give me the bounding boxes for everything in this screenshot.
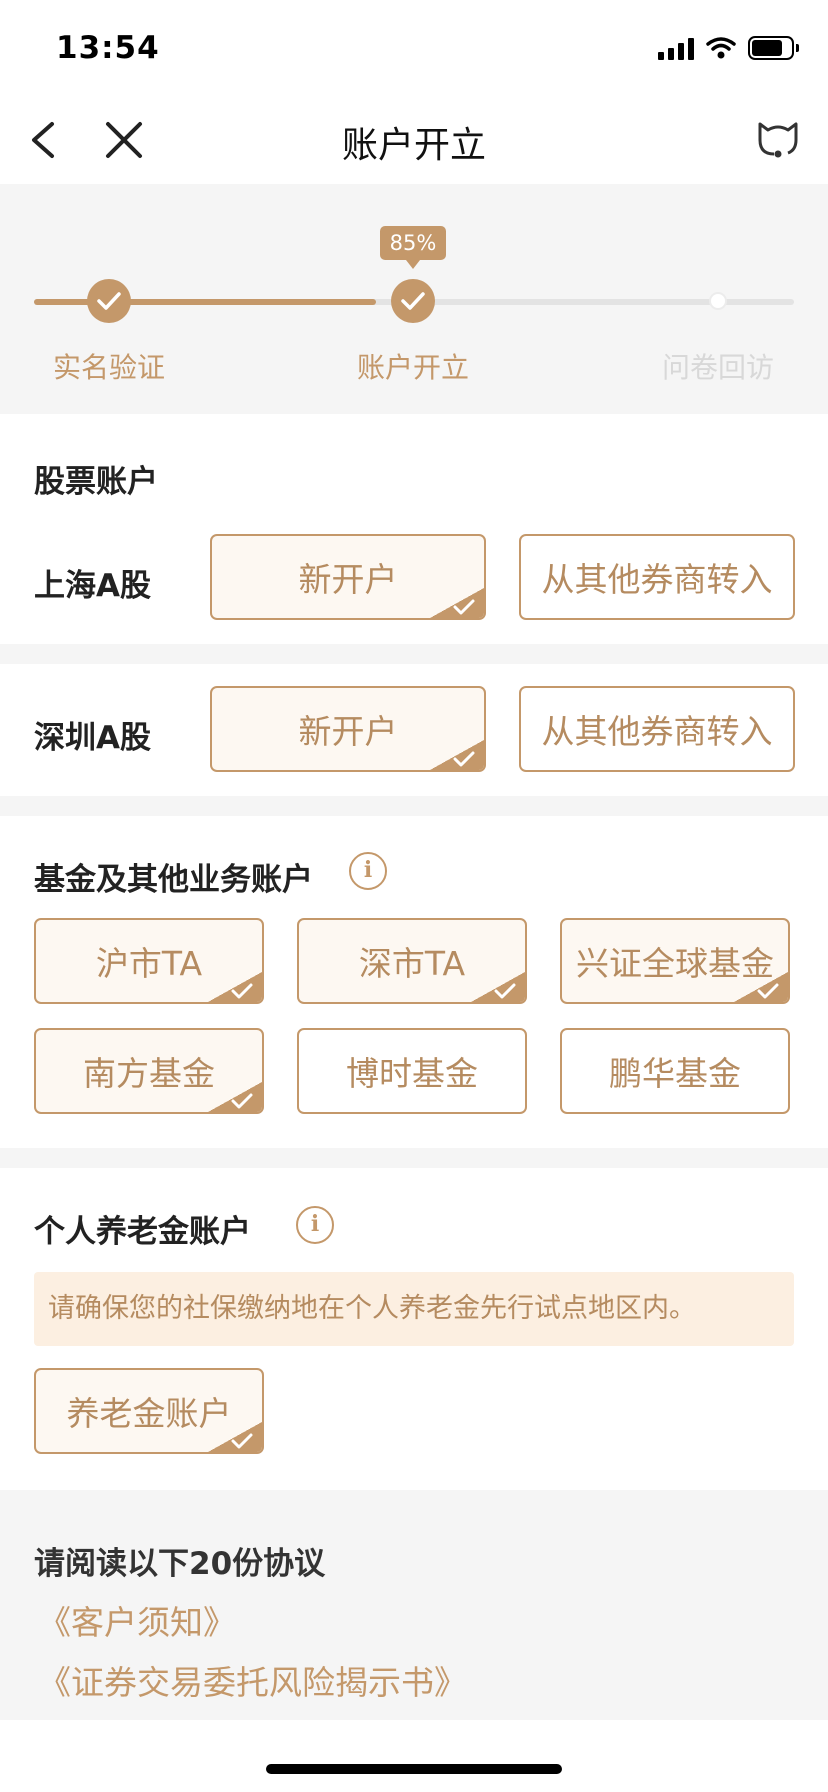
shenzhen-transfer-option[interactable]: 从其他券商转入 xyxy=(519,686,795,772)
option-label: 新开户 xyxy=(298,560,398,599)
fund-option-boshi[interactable]: 博时基金 xyxy=(297,1028,527,1114)
section-title-fund: 基金及其他业务账户 xyxy=(34,862,313,898)
check-icon xyxy=(453,599,475,615)
info-icon[interactable]: i xyxy=(296,1206,334,1244)
progress-percent-badge: 85% xyxy=(380,226,446,269)
step-label-open: 账户开立 xyxy=(356,351,469,384)
option-label: 沪市TA xyxy=(95,944,203,983)
progress-steps: 85% 实名验证 账户开立 问卷回访 xyxy=(0,184,828,414)
fund-option-xingzheng[interactable]: 兴证全球基金 xyxy=(560,918,790,1004)
page-title: 账户开立 xyxy=(341,125,486,166)
option-label: 从其他券商转入 xyxy=(541,712,773,751)
wifi-icon xyxy=(706,37,736,59)
fund-option-penghua[interactable]: 鹏华基金 xyxy=(560,1028,790,1114)
row-label-shanghai: 上海A股 xyxy=(34,568,151,604)
pension-account-option[interactable]: 养老金账户 xyxy=(34,1368,264,1454)
option-label: 养老金账户 xyxy=(66,1394,232,1433)
stock-account-section: 股票账户 上海A股 新开户 从其他券商转入 xyxy=(0,414,828,644)
check-icon xyxy=(453,751,475,767)
status-icons xyxy=(658,36,799,60)
info-icon[interactable]: i xyxy=(349,852,387,890)
fund-option-sz-ta[interactable]: 深市TA xyxy=(297,918,527,1004)
option-label: 新开户 xyxy=(298,712,398,751)
option-label: 鹏华基金 xyxy=(609,1054,741,1093)
row-label-shenzhen: 深圳A股 xyxy=(34,720,151,756)
section-title-stock: 股票账户 xyxy=(34,464,158,500)
step-pending-dot xyxy=(709,292,727,310)
battery-icon xyxy=(748,36,799,60)
progress-fill xyxy=(34,299,376,305)
shanghai-new-account-option[interactable]: 新开户 xyxy=(210,534,486,620)
status-bar: 13:54 xyxy=(0,0,828,96)
option-label: 从其他券商转入 xyxy=(541,560,773,599)
fund-option-sh-ta[interactable]: 沪市TA xyxy=(34,918,264,1004)
pension-notice: 请确保您的社保缴纳地在个人养老金先行试点地区内。 xyxy=(34,1272,794,1346)
check-icon xyxy=(231,983,253,999)
shenzhen-row: 深圳A股 新开户 从其他券商转入 xyxy=(0,664,828,796)
shanghai-transfer-option[interactable]: 从其他券商转入 xyxy=(519,534,795,620)
shenzhen-new-account-option[interactable]: 新开户 xyxy=(210,686,486,772)
section-title-pension: 个人养老金账户 xyxy=(34,1214,251,1250)
option-label: 深市TA xyxy=(358,944,466,983)
check-icon xyxy=(231,1433,253,1449)
divider xyxy=(0,1148,828,1168)
step-label-survey: 问卷回访 xyxy=(661,351,774,384)
fund-option-nanfang[interactable]: 南方基金 xyxy=(34,1028,264,1114)
cellular-signal-icon xyxy=(658,36,694,60)
agreements-title: 请阅读以下20份协议 xyxy=(34,1546,326,1582)
divider xyxy=(0,644,828,664)
check-icon xyxy=(231,1093,253,1109)
customer-service-icon[interactable] xyxy=(752,112,804,164)
step-done-icon xyxy=(87,279,131,323)
agreements-section: 请阅读以下20份协议 《客户须知》 《证券交易委托风险揭示书》 xyxy=(0,1490,828,1720)
step-label-verify: 实名验证 xyxy=(52,351,165,384)
check-icon xyxy=(494,983,516,999)
divider xyxy=(0,796,828,816)
step-current-icon xyxy=(391,279,435,323)
fund-account-section: 基金及其他业务账户 i 沪市TA 深市TA 兴证全球基金 南方基金 博时基金 鹏… xyxy=(0,816,828,1168)
home-bar-area xyxy=(0,1720,828,1792)
option-label: 南方基金 xyxy=(83,1054,215,1093)
nav-bar: 账户开立 xyxy=(0,96,828,184)
option-label: 博时基金 xyxy=(346,1054,478,1093)
pension-account-section: 个人养老金账户 i 请确保您的社保缴纳地在个人养老金先行试点地区内。 养老金账户 xyxy=(0,1168,828,1490)
agreement-link-risk-disclosure[interactable]: 《证券交易委托风险揭示书》 xyxy=(38,1656,467,1704)
agreement-link-customer-notice[interactable]: 《客户须知》 xyxy=(38,1596,236,1644)
status-time: 13:54 xyxy=(56,30,160,66)
home-indicator[interactable] xyxy=(266,1764,562,1774)
check-icon xyxy=(757,983,779,999)
